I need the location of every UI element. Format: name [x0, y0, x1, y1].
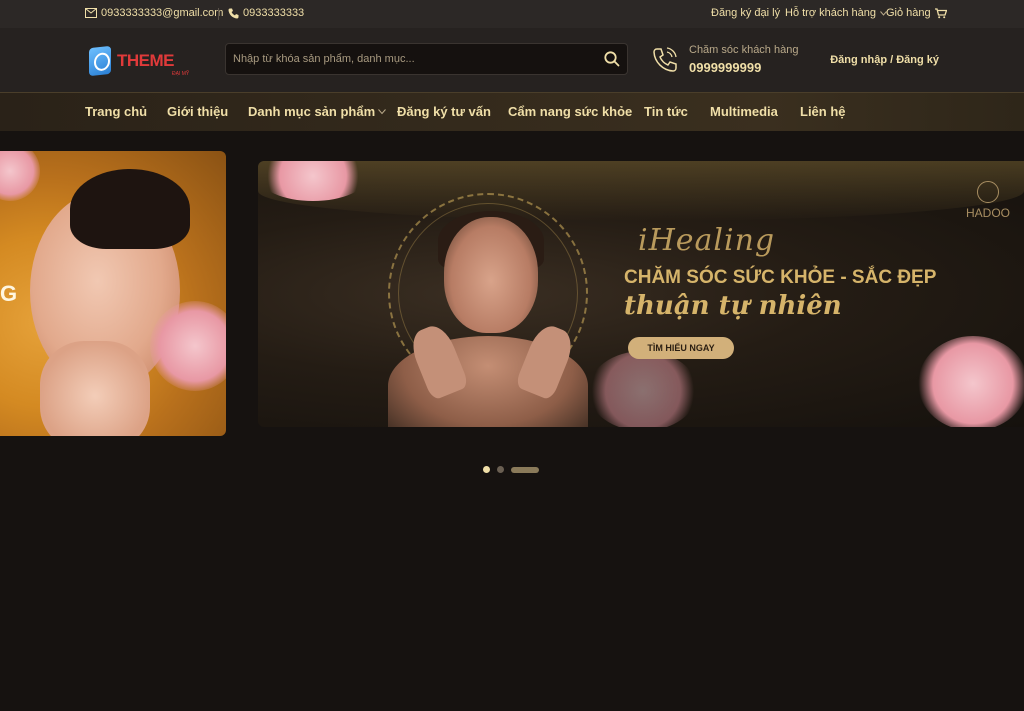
nav-item-consult[interactable]: Đăng ký tư vấn	[397, 104, 491, 119]
learn-more-button[interactable]: TÌM HIỂU NGAY	[628, 337, 734, 359]
mail-icon	[85, 8, 97, 18]
model-face	[444, 217, 538, 333]
cart-label: Giỏ hàng	[886, 7, 931, 19]
slider-dot-2[interactable]	[497, 466, 504, 473]
search-box	[225, 43, 628, 75]
search-icon[interactable]	[603, 50, 621, 68]
main-nav: Trang chủ Giới thiệu Danh mục sản phẩm Đ…	[0, 92, 1024, 131]
nav-item-contact[interactable]: Liên hệ	[800, 104, 846, 119]
brand-name: HADOO	[965, 206, 1010, 220]
nav-label: Cẩm nang sức khỏe	[508, 104, 633, 119]
search-input[interactable]	[226, 44, 596, 74]
support-label: Hỗ trợ khách hàng	[785, 7, 876, 19]
support-dropdown[interactable]: Hỗ trợ khách hàng	[785, 7, 887, 19]
slider-dot-1[interactable]	[483, 466, 490, 473]
nav-item-categories[interactable]: Danh mục sản phẩm	[248, 104, 387, 119]
nav-label: Multimedia	[710, 104, 778, 119]
cart-link[interactable]: Giỏ hàng	[886, 7, 947, 19]
flower-decoration	[918, 336, 1024, 427]
slide-caption: G	[0, 281, 18, 306]
nav-item-handbook[interactable]: Cẩm nang sức khỏe	[508, 104, 632, 119]
flower-decoration	[0, 151, 40, 201]
agency-register-link[interactable]: Đăng ký đại lý	[711, 7, 780, 19]
nav-label: Trang chủ	[85, 104, 148, 119]
top-bar: 0933333333@gmail.com 0933333333 Đăng ký …	[0, 0, 1024, 28]
nav-label: Giới thiệu	[167, 104, 229, 119]
phone-text: 0933333333	[243, 7, 305, 19]
nav-label: Danh mục sản phẩm	[248, 104, 376, 119]
cart-icon	[934, 7, 947, 18]
chevron-down-icon	[378, 108, 387, 114]
slide-previous[interactable]: G	[0, 151, 226, 436]
brand-logo: HADOO	[960, 181, 1016, 220]
nav-label: Đăng ký tư vấn	[397, 104, 491, 119]
flower-decoration	[150, 301, 226, 391]
login-register-link[interactable]: Đăng nhập / Đăng ký	[830, 54, 939, 66]
phone-link[interactable]: 0933333333	[228, 7, 304, 19]
divider	[218, 8, 219, 20]
banner-subtitle: thuận tự nhiên	[624, 291, 842, 321]
logo-subtext: ĐẠI MỸ	[172, 71, 190, 77]
nav-label: Tin tức	[644, 104, 688, 119]
hotline-number: 0999999999	[689, 60, 762, 75]
hero-banner[interactable]: iHealing CHĂM SÓC SỨC KHỎE - SẮC ĐẸP thu…	[258, 161, 1024, 427]
gold-wave-decoration	[258, 161, 1024, 221]
nav-label: Liên hệ	[800, 104, 846, 119]
nav-item-about[interactable]: Giới thiệu	[167, 104, 228, 119]
logo-text: THEME	[117, 51, 175, 70]
logo-mark-icon	[89, 45, 111, 77]
slider-pagination	[483, 466, 539, 473]
site-logo[interactable]: THEME ĐẠI MỸ	[89, 44, 201, 78]
nav-item-home[interactable]: Trang chủ	[85, 104, 147, 119]
phone-icon	[228, 8, 239, 18]
email-text: 0933333333@gmail.com	[101, 7, 224, 19]
flower-decoration	[588, 351, 698, 427]
lotus-icon	[977, 181, 999, 203]
hotline-label: Chăm sóc khách hàng	[689, 44, 799, 56]
phone-ringing-icon	[653, 47, 677, 72]
header: THEME ĐẠI MỸ Chăm sóc khách hàng 0999999…	[0, 28, 1024, 92]
email-link[interactable]: 0933333333@gmail.com	[85, 7, 223, 19]
nav-item-news[interactable]: Tin tức	[644, 104, 688, 119]
banner-script-title: iHealing	[638, 223, 776, 258]
model-hair	[70, 169, 190, 249]
slider-dot-3[interactable]	[511, 466, 539, 473]
banner-title: CHĂM SÓC SỨC KHỎE - SẮC ĐẸP	[624, 267, 937, 288]
nav-item-multimedia[interactable]: Multimedia	[710, 104, 778, 119]
agency-register-label: Đăng ký đại lý	[711, 7, 781, 19]
hotline[interactable]: Chăm sóc khách hàng 0999999999	[650, 42, 820, 78]
model-hands	[40, 341, 150, 436]
